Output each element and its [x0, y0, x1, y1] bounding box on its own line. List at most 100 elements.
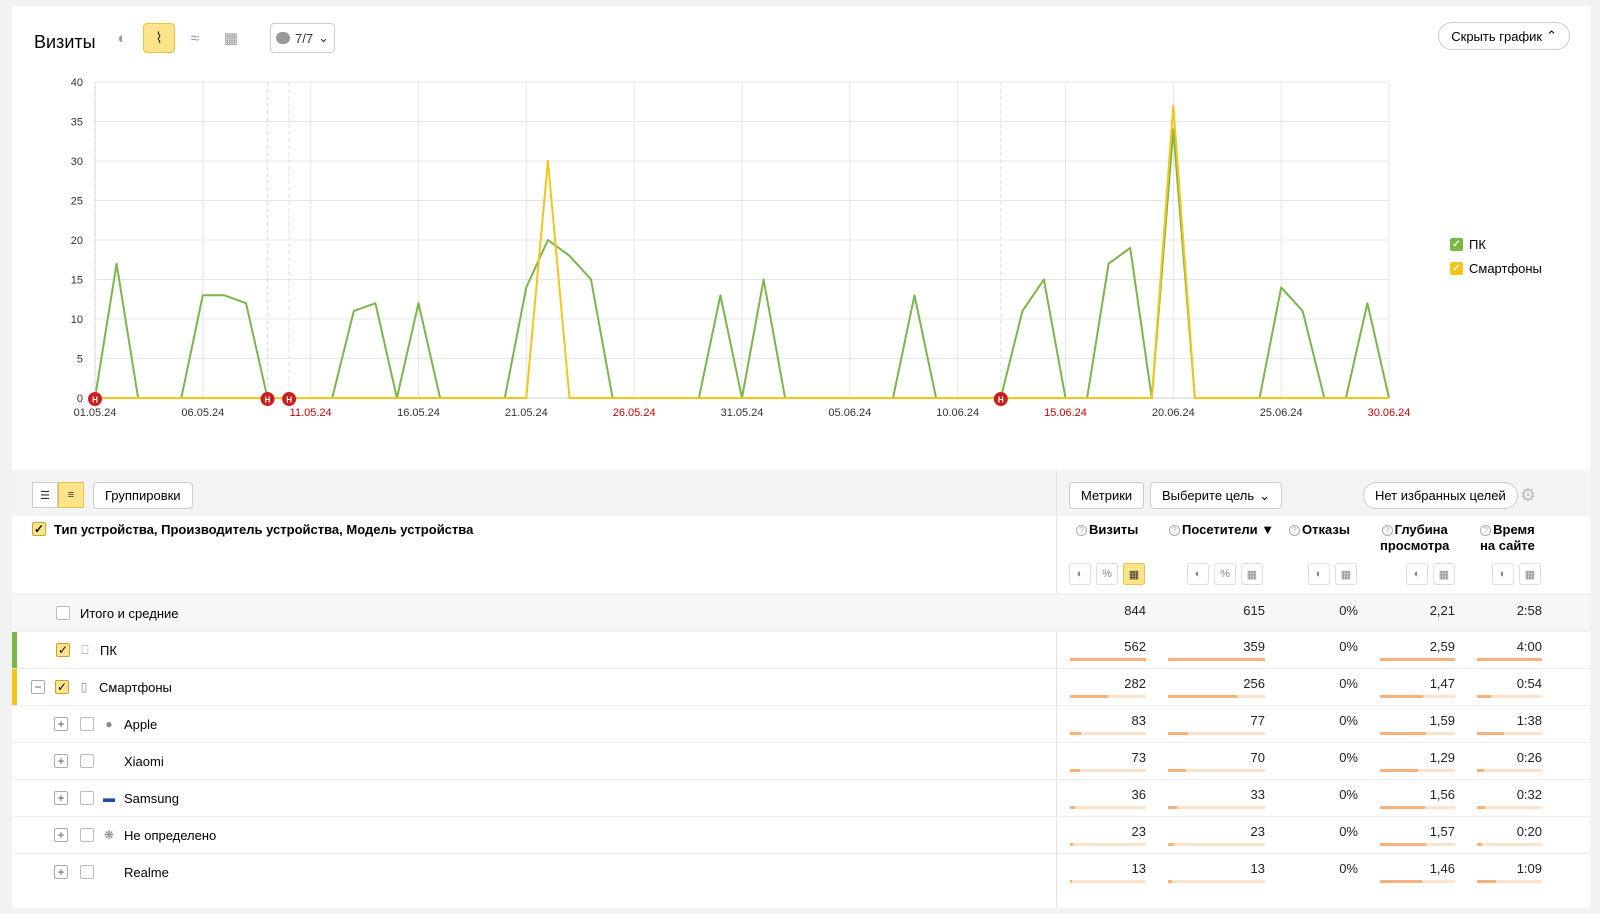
list-view-icon[interactable]: ☰ — [32, 482, 58, 508]
value-bar-fill — [1070, 658, 1146, 661]
annotations-button[interactable]: 7/7 ⌄ — [270, 23, 335, 53]
help-icon[interactable]: ? — [1381, 525, 1393, 536]
value-bar-fill — [1168, 695, 1237, 698]
x-tick-label: 10.06.24 — [936, 407, 979, 419]
row-checkbox[interactable] — [80, 754, 94, 768]
cell-time: 1:38 — [1516, 713, 1542, 728]
value-bar — [1070, 732, 1146, 735]
pie-chart-icon[interactable]: ◐ — [1187, 563, 1209, 585]
pie-chart-icon[interactable]: ◐ — [106, 23, 138, 53]
value-bar — [1380, 769, 1455, 772]
cell-time: 2:58 — [1516, 603, 1542, 618]
expand-icon[interactable]: + — [54, 717, 68, 731]
row-checkbox[interactable] — [80, 865, 94, 879]
expand-icon[interactable]: + — [54, 791, 68, 805]
value-bar-fill — [1168, 732, 1189, 735]
smartphone-icon: ▯ — [80, 680, 88, 694]
column-header-visitors[interactable]: ? Посетители ▼ — [1169, 522, 1274, 538]
expand-icon[interactable]: + — [54, 865, 68, 879]
value-bar-fill — [1477, 658, 1542, 661]
pie-chart-icon[interactable]: ◐ — [1406, 563, 1428, 585]
cell-visitors: 23 — [1250, 824, 1265, 839]
row-checkbox[interactable] — [80, 828, 94, 842]
goal-select[interactable]: Выберите цель ⌄ — [1150, 482, 1283, 509]
pie-chart-icon[interactable]: ◐ — [1492, 563, 1514, 585]
expand-icon[interactable]: + — [54, 828, 68, 842]
value-bar-fill — [1477, 806, 1486, 809]
value-bar — [1380, 806, 1455, 809]
area-chart-icon[interactable]: ≈ — [179, 23, 211, 53]
bar-chart-icon[interactable]: ▦ — [1433, 563, 1455, 585]
value-bar — [1168, 658, 1265, 661]
line-chart-icon[interactable]: ⌇ — [143, 23, 175, 53]
bar-chart-icon[interactable]: ▦ — [215, 23, 247, 53]
tree-view-icon[interactable]: ≡ — [58, 482, 84, 508]
row-checkbox[interactable] — [80, 717, 94, 731]
value-bar — [1070, 695, 1146, 698]
gear-icon[interactable]: ⚙ — [1520, 485, 1536, 506]
bar-chart-icon[interactable]: ▦ — [1519, 563, 1541, 585]
help-icon[interactable]: ? — [1289, 525, 1300, 536]
cell-bounce: 0% — [1339, 713, 1358, 728]
cell-bounce: 0% — [1339, 603, 1358, 618]
legend-item-pc[interactable]: ✓ ПК — [1450, 232, 1542, 256]
row-checkbox[interactable]: ✓ — [55, 680, 69, 694]
annotation-marker-label: Н — [92, 396, 98, 405]
value-bar-fill — [1070, 695, 1108, 698]
value-bar — [1477, 732, 1542, 735]
table-row-total: Итого и средние 844 615 0% 2,21 2:58 — [12, 594, 1590, 631]
cell-depth: 1,46 — [1429, 861, 1455, 876]
value-bar — [1168, 843, 1265, 846]
x-tick-label: 01.05.24 — [74, 407, 117, 419]
cell-visitors: 359 — [1243, 639, 1265, 654]
cell-visits: 36 — [1131, 787, 1146, 802]
metrics-button[interactable]: Метрики — [1069, 482, 1145, 509]
table-toolbar — [12, 470, 1590, 516]
x-tick-label: 15.06.24 — [1044, 407, 1087, 419]
column-header-depth[interactable]: ? Глубина просмотра — [1380, 522, 1449, 554]
cell-visitors: 256 — [1243, 676, 1265, 691]
cell-visitors: 77 — [1250, 713, 1265, 728]
column-header-time[interactable]: ? Время на сайте — [1480, 522, 1535, 554]
value-bar-fill — [1168, 806, 1177, 809]
select-all-checkbox[interactable]: ✓ — [32, 522, 46, 536]
x-tick-label: 25.06.24 — [1260, 407, 1303, 419]
report-table: ☰ ≡ Группировки Метрики Выберите цель ⌄ … — [12, 470, 1590, 908]
pie-chart-icon[interactable]: ◐ — [1069, 563, 1091, 585]
legend-item-smartphones[interactable]: ✓ Смартфоны — [1450, 256, 1542, 280]
percent-icon[interactable]: % — [1214, 563, 1236, 585]
value-bar-fill — [1070, 880, 1072, 883]
annotation-marker-label: Н — [286, 396, 292, 405]
cell-visitors: 615 — [1243, 603, 1265, 618]
checkbox-icon: ✓ — [1450, 237, 1463, 251]
y-tick-label: 35 — [71, 117, 83, 129]
row-checkbox[interactable] — [56, 606, 70, 620]
value-bar-fill — [1380, 806, 1425, 809]
bar-chart-icon[interactable]: ▦ — [1123, 563, 1145, 585]
collapse-icon[interactable]: − — [31, 680, 45, 694]
expand-icon[interactable]: + — [54, 754, 68, 768]
dimensions-title[interactable]: Тип устройства, Производитель устройства… — [54, 522, 473, 537]
help-icon[interactable]: ? — [1480, 525, 1492, 536]
apple-logo-icon: ● — [105, 717, 113, 731]
help-icon[interactable]: ? — [1076, 525, 1087, 536]
x-tick-label: 31.05.24 — [721, 407, 764, 419]
value-bar — [1168, 769, 1265, 772]
row-checkbox[interactable]: ✓ — [56, 643, 70, 657]
cell-bounce: 0% — [1339, 787, 1358, 802]
bar-chart-icon[interactable]: ▦ — [1241, 563, 1263, 585]
bar-chart-icon[interactable]: ▦ — [1335, 563, 1357, 585]
series-color-marker — [12, 632, 17, 668]
groupings-button[interactable]: Группировки — [93, 482, 193, 509]
value-bar — [1380, 695, 1455, 698]
help-icon[interactable]: ? — [1169, 525, 1180, 536]
cell-time: 1:09 — [1516, 861, 1542, 876]
column-header-visits[interactable]: ? Визиты — [1076, 522, 1138, 538]
column-header-bounce[interactable]: ? Отказы — [1289, 522, 1350, 538]
row-checkbox[interactable] — [80, 791, 94, 805]
pie-chart-icon[interactable]: ◐ — [1308, 563, 1330, 585]
value-bar-fill — [1070, 769, 1080, 772]
percent-icon[interactable]: % — [1096, 563, 1118, 585]
favorite-goals-button[interactable]: Нет избранных целей — [1363, 482, 1518, 509]
hide-chart-button[interactable]: Скрыть график ⌃ — [1438, 22, 1570, 50]
